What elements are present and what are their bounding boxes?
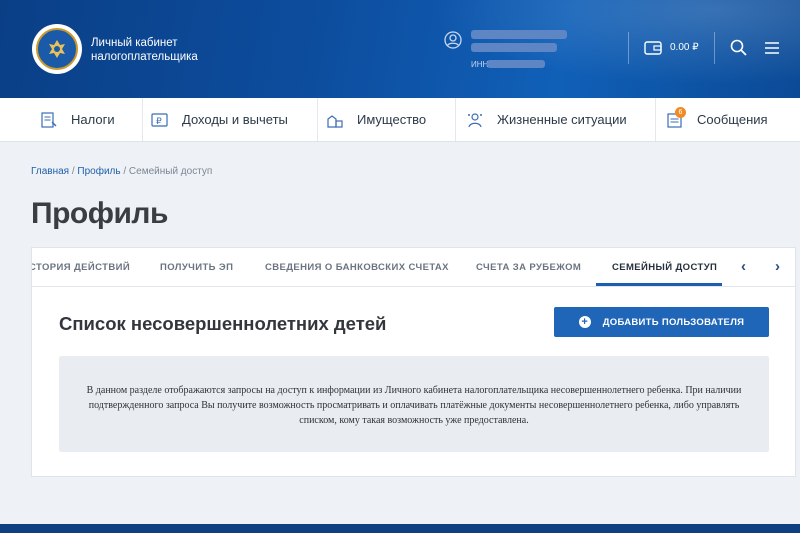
breadcrumb: Главная / Профиль / Семейный доступ — [31, 166, 212, 177]
footer-strip — [0, 524, 800, 533]
breadcrumb-home[interactable]: Главная — [31, 166, 69, 177]
balance-value[interactable]: 0.00 ₽ — [670, 42, 699, 53]
breadcrumb-separator: / — [120, 166, 129, 177]
user-icon[interactable] — [444, 31, 462, 49]
life-situations-icon — [466, 111, 484, 129]
header-divider — [628, 32, 629, 64]
chevron-right-icon[interactable]: › — [775, 258, 780, 275]
nav-item-taxes[interactable]: Налоги — [0, 98, 143, 141]
inn-label: ИНН — [471, 60, 489, 69]
tab-foreign-accounts[interactable]: СЧЕТА ЗА РУБЕЖОМ — [476, 262, 581, 273]
chevron-left-icon[interactable]: ‹ — [741, 258, 746, 275]
active-tab-indicator — [596, 283, 722, 286]
nav-label: Налоги — [71, 112, 115, 127]
header-divider-2 — [714, 32, 715, 64]
add-user-button[interactable]: + ДОБАВИТЬ ПОЛЬЗОВАТЕЛЯ — [554, 307, 769, 337]
messages-count-badge: 6 — [675, 106, 686, 118]
menu-icon[interactable] — [764, 41, 780, 55]
logo-line-2: налогоплательщика — [91, 51, 198, 63]
nav-item-property[interactable]: Имущество — [318, 98, 456, 141]
section-title: Список несовершеннолетних детей — [59, 313, 387, 334]
profile-tabs: СТОРИЯ ДЕЙСТВИЙ ПОЛУЧИТЬ ЭП СВЕДЕНИЯ О Б… — [32, 248, 795, 287]
search-icon[interactable] — [730, 39, 747, 56]
breadcrumb-profile[interactable]: Профиль — [77, 166, 120, 177]
nav-item-income[interactable]: ₽ Доходы и вычеты — [143, 98, 318, 141]
nav-label: Имущество — [357, 112, 427, 127]
tab-get-signature[interactable]: ПОЛУЧИТЬ ЭП — [160, 262, 233, 273]
taxes-icon — [40, 111, 58, 129]
page-title: Профиль — [31, 197, 168, 230]
tab-bank-accounts[interactable]: СВЕДЕНИЯ О БАНКОВСКИХ СЧЕТАХ — [265, 262, 449, 273]
user-name-redacted — [471, 30, 567, 39]
inn-value-redacted — [487, 60, 545, 68]
info-box: В данном разделе отображаются запросы на… — [59, 356, 769, 452]
emblem-icon[interactable] — [32, 24, 82, 74]
add-user-button-label: ДОБАВИТЬ ПОЛЬЗОВАТЕЛЯ — [602, 316, 745, 328]
tab-family-access[interactable]: СЕМЕЙНЫЙ ДОСТУП — [612, 262, 717, 273]
messages-icon: 6 — [666, 106, 686, 129]
income-icon: ₽ — [151, 111, 169, 129]
nav-label: Сообщения — [697, 112, 768, 127]
property-icon — [326, 111, 344, 129]
nav-item-messages[interactable]: 6 Сообщения — [656, 98, 800, 141]
tab-action-history[interactable]: СТОРИЯ ДЕЙСТВИЙ — [32, 262, 130, 273]
nav-item-life-situations[interactable]: Жизненные ситуации — [456, 98, 656, 141]
profile-card: СТОРИЯ ДЕЙСТВИЙ ПОЛУЧИТЬ ЭП СВЕДЕНИЯ О Б… — [31, 247, 796, 477]
nav-label: Жизненные ситуации — [497, 112, 627, 127]
nav-label: Доходы и вычеты — [182, 112, 288, 127]
wallet-icon[interactable] — [644, 40, 662, 55]
svg-text:₽: ₽ — [156, 117, 162, 127]
main-nav: Налоги ₽ Доходы и вычеты Имущество Жизне… — [0, 98, 800, 142]
logo-line-1: Личный кабинет — [91, 37, 178, 49]
info-text: В данном разделе отображаются запросы на… — [86, 385, 742, 426]
breadcrumb-current: Семейный доступ — [128, 166, 213, 177]
plus-icon: + — [578, 316, 591, 328]
user-name-redacted-2 — [471, 43, 557, 52]
logo-text[interactable]: Личный кабинет налогоплательщика — [91, 36, 198, 64]
site-header: Личный кабинет налогоплательщика ИНН 0.0… — [0, 0, 800, 98]
